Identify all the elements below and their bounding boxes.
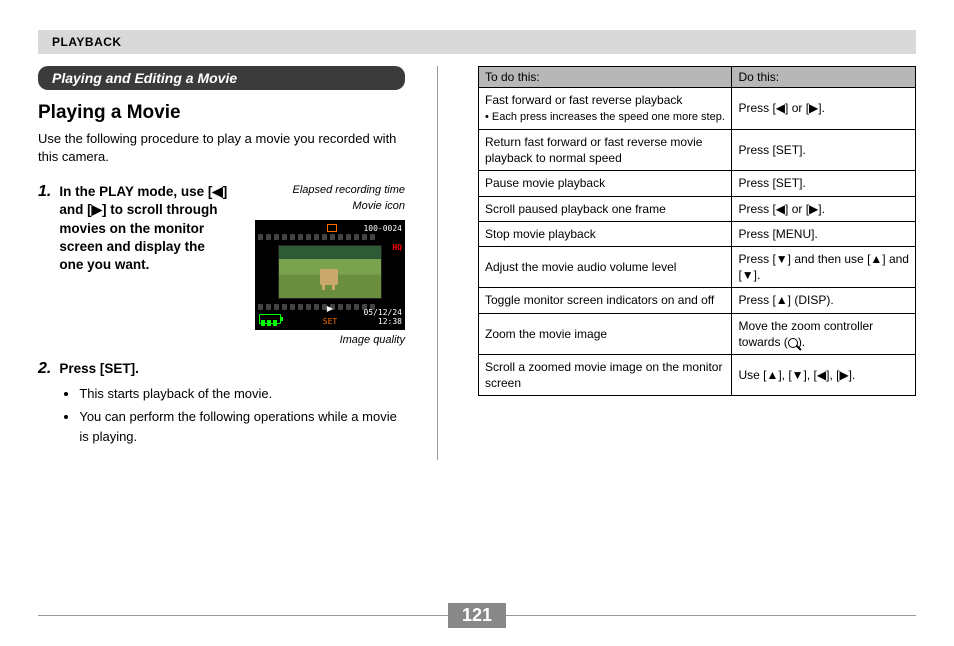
table-row: Fast forward or fast reverse playback • … — [479, 88, 916, 130]
battery-icon — [259, 314, 281, 324]
step-1-number: 1. — [38, 183, 51, 346]
row-right: Press [SET]. — [732, 130, 916, 171]
caption-image-quality: Image quality — [239, 334, 405, 346]
step-2-number: 2. — [38, 360, 51, 451]
row-left: Adjust the movie audio volume level — [479, 246, 732, 287]
left-column: Playing and Editing a Movie Playing a Mo… — [38, 66, 438, 460]
movie-icon — [327, 224, 337, 232]
row-right: Press [▼] and then use [▲] and [▼]. — [732, 246, 916, 287]
step-1: 1. In the PLAY mode, use [◀] and [▶] to … — [38, 183, 405, 346]
deer-shape — [320, 269, 338, 285]
osd-date: 05/12/24 — [363, 308, 402, 317]
filmstrip-top — [256, 233, 404, 241]
row-right: Press [SET]. — [732, 171, 916, 196]
row-right: Use [▲], [▼], [◀], [▶]. — [732, 354, 916, 395]
table-row: Zoom the movie image Move the zoom contr… — [479, 313, 916, 354]
osd-set-label: SET — [323, 317, 337, 326]
movie-thumbnail — [278, 245, 382, 299]
operations-table: To do this: Do this: Fast forward or fas… — [478, 66, 916, 396]
caption-elapsed: Elapsed recording time — [239, 183, 405, 197]
osd-quality: HQ — [392, 243, 402, 252]
table-row: Return fast forward or fast reverse movi… — [479, 130, 916, 171]
row-left: Zoom the movie image — [479, 313, 732, 354]
row-left: Stop movie playback — [479, 221, 732, 246]
page-title: Playing a Movie — [38, 102, 405, 124]
row-left: Scroll a zoomed movie image on the monit… — [479, 354, 732, 395]
step-2-bullet-2: You can perform the following operations… — [79, 407, 405, 446]
osd-file-number: 100-0024 — [363, 224, 402, 233]
row-right-prefix: Move the zoom controller towards ( — [738, 319, 873, 349]
magnify-icon — [788, 338, 798, 348]
table-row: Pause movie playback Press [SET]. — [479, 171, 916, 196]
row-left: Fast forward or fast reverse playback — [485, 93, 682, 107]
page-footer: 121 — [38, 603, 916, 628]
table-row: Toggle monitor screen indicators on and … — [479, 288, 916, 313]
section-header: PLAYBACK — [38, 30, 916, 54]
step-2-text: Press [SET]. — [59, 360, 405, 378]
osd-time: 12:38 — [378, 317, 402, 326]
row-left-note: • Each press increases the speed one mor… — [485, 111, 725, 123]
row-left: Toggle monitor screen indicators on and … — [479, 288, 732, 313]
caption-movie-icon: Movie icon — [239, 199, 405, 213]
table-row: Scroll a zoomed movie image on the monit… — [479, 354, 916, 395]
camera-screenshot-block: Elapsed recording time Movie icon 100-00… — [239, 183, 405, 346]
table-row: Scroll paused playback one frame Press [… — [479, 196, 916, 221]
table-row: Stop movie playback Press [MENU]. — [479, 221, 916, 246]
row-right: Press [▲] (DISP). — [732, 288, 916, 313]
intro-paragraph: Use the following procedure to play a mo… — [38, 130, 405, 165]
camera-screen: 100-0024 00:08:23 HQ — [255, 220, 405, 330]
row-left: Scroll paused playback one frame — [479, 196, 732, 221]
step-2-bullet-1: This starts playback of the movie. — [79, 384, 405, 404]
row-right: Move the zoom controller towards (). — [732, 313, 916, 354]
row-left: Pause movie playback — [479, 171, 732, 196]
section-title-pill: Playing and Editing a Movie — [38, 66, 405, 90]
osd-play-icon: ▶ — [327, 304, 333, 313]
row-right: Press [MENU]. — [732, 221, 916, 246]
table-row: Adjust the movie audio volume level Pres… — [479, 246, 916, 287]
page-number: 121 — [448, 603, 506, 628]
step-2: 2. Press [SET]. This starts playback of … — [38, 360, 405, 451]
row-right: Press [◀] or [▶]. — [732, 88, 916, 130]
table-head-left: To do this: — [479, 67, 732, 88]
step-1-text: In the PLAY mode, use [◀] and [▶] to scr… — [59, 183, 229, 274]
right-column: To do this: Do this: Fast forward or fas… — [478, 66, 916, 460]
row-right: Press [◀] or [▶]. — [732, 196, 916, 221]
row-left: Return fast forward or fast reverse movi… — [479, 130, 732, 171]
table-head-right: Do this: — [732, 67, 916, 88]
